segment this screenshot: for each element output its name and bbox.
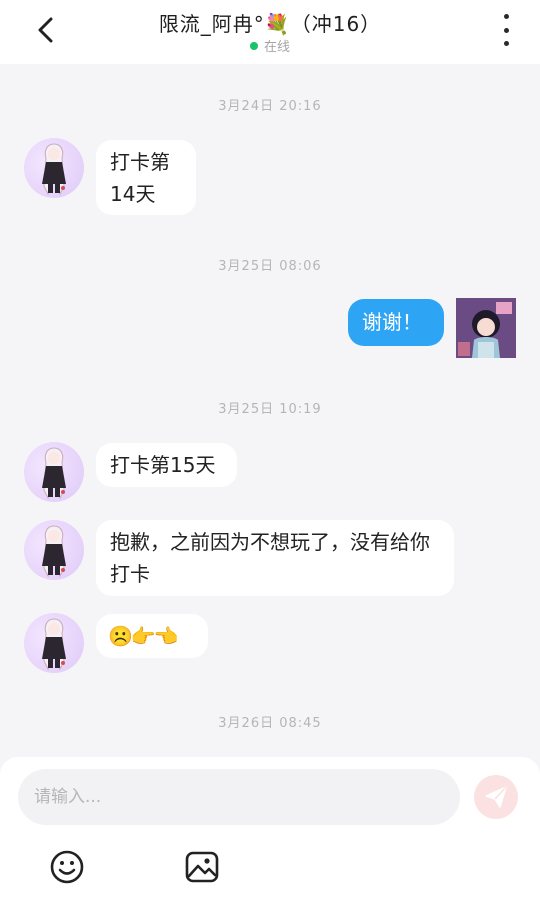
send-button[interactable] bbox=[474, 775, 518, 819]
avatar[interactable] bbox=[24, 138, 84, 198]
more-options-button[interactable] bbox=[494, 14, 518, 46]
anime-avatar-figure bbox=[42, 447, 66, 500]
anime-girl-avatar bbox=[456, 298, 516, 358]
more-vertical-icon bbox=[503, 14, 509, 19]
chat-header: 限流_阿冉°💐（冲16） 在线 bbox=[0, 0, 540, 64]
my-avatar[interactable] bbox=[456, 298, 516, 358]
message-text: 抱歉，之前因为不想玩了，没有给你打卡 bbox=[110, 530, 430, 586]
send-icon bbox=[485, 786, 507, 808]
anime-avatar-figure bbox=[42, 525, 66, 578]
timestamp: 3月25日 10:19 bbox=[218, 402, 322, 417]
message-bubble-other[interactable]: 打卡第15天 bbox=[96, 443, 237, 487]
timestamp: 3月25日 08:06 bbox=[218, 259, 322, 274]
emoji-icon bbox=[50, 850, 84, 884]
message-bubble-me[interactable]: 谢谢！ bbox=[348, 299, 444, 346]
avatar[interactable] bbox=[24, 520, 84, 580]
message-bubble-other[interactable]: 打卡第 14天 bbox=[96, 140, 196, 215]
message-text-line: 14天 bbox=[110, 182, 156, 206]
message-bubble-other[interactable]: 抱歉，之前因为不想玩了，没有给你打卡 bbox=[96, 520, 454, 596]
online-status-label: 在线 bbox=[263, 40, 290, 55]
message-text: 谢谢！ bbox=[362, 310, 422, 334]
online-dot bbox=[249, 42, 258, 50]
anime-avatar-figure bbox=[42, 143, 66, 196]
chat-title: 限流_阿冉°💐（冲16） bbox=[158, 12, 382, 36]
message-bubble-other[interactable]: ☹️👉👈 bbox=[96, 614, 208, 658]
timestamp: 3月24日 20:16 bbox=[218, 99, 322, 114]
emoji-message-text: ☹️👉👈 bbox=[108, 624, 179, 648]
online-status: 在线 bbox=[0, 36, 540, 55]
message-input[interactable] bbox=[18, 769, 460, 825]
message-composer bbox=[0, 757, 540, 913]
avatar[interactable] bbox=[24, 442, 84, 502]
avatar[interactable] bbox=[24, 613, 84, 673]
timestamp: 3月26日 08:45 bbox=[218, 716, 322, 731]
image-button[interactable] bbox=[184, 849, 220, 885]
message-text-line: 打卡第 bbox=[110, 150, 170, 174]
anime-avatar-figure bbox=[42, 618, 66, 671]
message-text: 打卡第15天 bbox=[110, 453, 216, 477]
emoji-button[interactable] bbox=[49, 849, 85, 885]
image-icon bbox=[185, 851, 219, 883]
